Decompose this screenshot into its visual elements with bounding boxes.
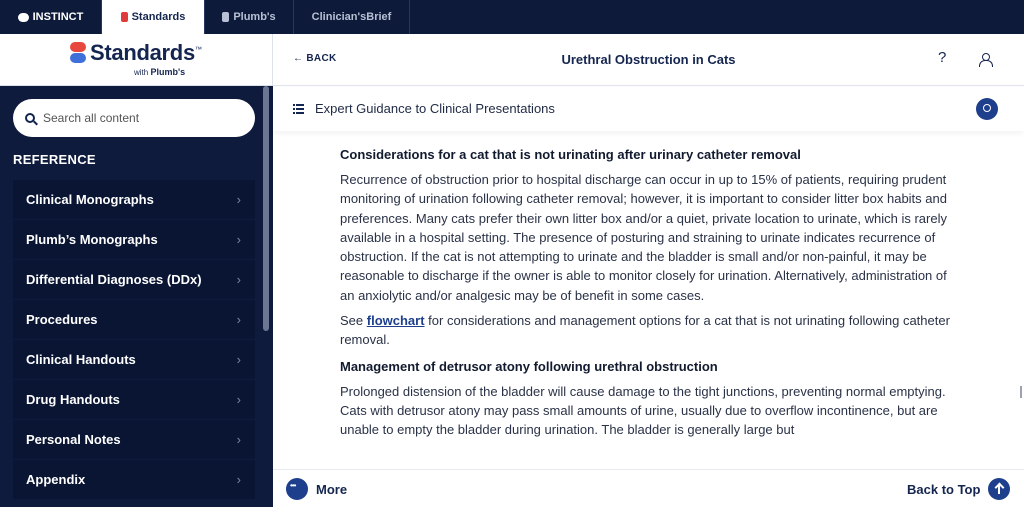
section-bar: Expert Guidance to Clinical Presentation… bbox=[273, 87, 1024, 131]
chevron-right-icon: › bbox=[236, 392, 241, 407]
paragraph: Recurrence of obstruction prior to hospi… bbox=[340, 172, 947, 303]
sidebar-item-label: Appendix bbox=[26, 472, 86, 487]
more-button[interactable]: More bbox=[286, 478, 347, 500]
sidebar-item-clinical-monographs[interactable]: Clinical Monographs › bbox=[13, 180, 255, 219]
search-input[interactable] bbox=[43, 111, 243, 125]
section-search-icon[interactable] bbox=[976, 98, 998, 120]
sidebar-item-plumbs-monographs[interactable]: Plumb’s Monographs › bbox=[13, 220, 255, 259]
section-heading: Management of detrusor atony following u… bbox=[340, 358, 718, 374]
plumbs-logo-icon bbox=[222, 12, 230, 22]
section-title[interactable]: Expert Guidance to Clinical Presentation… bbox=[315, 101, 555, 116]
product-tab-plumbs[interactable]: Plumb's bbox=[205, 0, 294, 34]
chevron-right-icon: › bbox=[236, 472, 241, 487]
chevron-right-icon: › bbox=[236, 352, 241, 367]
product-tab-label: Standards bbox=[131, 11, 186, 23]
product-tab-standards[interactable]: Standards bbox=[102, 0, 205, 34]
sidebar: Standards™ with Plumb's REFERENCE Clinic… bbox=[0, 34, 273, 507]
chevron-right-icon: › bbox=[236, 272, 241, 287]
article-content: Considerations for a cat that is not uri… bbox=[340, 146, 955, 446]
more-dots-icon bbox=[286, 478, 308, 500]
sidebar-item-label: Clinical Handouts bbox=[26, 352, 136, 367]
back-to-top-label: Back to Top bbox=[907, 481, 981, 497]
sidebar-item-label: Procedures bbox=[26, 312, 98, 327]
product-tab-instinct[interactable]: INSTINCT bbox=[0, 0, 102, 34]
chevron-right-icon: › bbox=[236, 312, 241, 327]
page-scroll-indicator[interactable] bbox=[1020, 386, 1022, 398]
more-label: More bbox=[316, 481, 348, 497]
sidebar-item-appendix[interactable]: Appendix › bbox=[13, 460, 255, 499]
sidebar-item-differential-diagnoses[interactable]: Differential Diagnoses (DDx) › bbox=[13, 260, 255, 299]
search-bar[interactable] bbox=[13, 99, 255, 137]
section-heading: Considerations for a cat that is not uri… bbox=[340, 147, 801, 162]
standards-logo-icon bbox=[120, 12, 128, 22]
sidebar-nav: Clinical Monographs › Plumb’s Monographs ›… bbox=[13, 180, 255, 500]
chevron-right-icon: › bbox=[236, 432, 241, 447]
standards-logo-icon bbox=[70, 42, 86, 64]
text: for considerations and management option… bbox=[340, 313, 950, 348]
user-icon[interactable] bbox=[979, 53, 993, 67]
search-icon bbox=[25, 113, 35, 123]
sidebar-item-label: Clinical Monographs bbox=[26, 192, 154, 207]
product-tab-label: Clinician'sBrief bbox=[311, 11, 392, 23]
logo-text: Standards™ bbox=[90, 40, 202, 65]
flowchart-link[interactable]: flowchart bbox=[367, 313, 425, 328]
logo-subtitle: with Plumb's bbox=[134, 67, 186, 77]
product-tab-label: Plumb's bbox=[233, 11, 276, 23]
back-to-top-button[interactable]: Back to Top bbox=[907, 478, 1011, 500]
cloud-icon bbox=[17, 12, 29, 22]
chevron-right-icon: › bbox=[236, 232, 241, 247]
sidebar-item-label: Differential Diagnoses (DDx) bbox=[26, 272, 202, 287]
help-icon[interactable]: ? bbox=[938, 49, 946, 66]
arrow-up-icon bbox=[988, 478, 1011, 500]
bottom-bar: More Back to Top bbox=[273, 469, 1024, 507]
main-header: ← BACK Urethral Obstruction in Cats ? bbox=[273, 34, 1024, 86]
product-tab-bar: INSTINCT Standards Plumb's Clinician'sBr… bbox=[0, 0, 1024, 34]
list-icon[interactable] bbox=[293, 104, 304, 114]
standards-logo[interactable]: Standards™ with Plumb's bbox=[0, 34, 273, 86]
chevron-right-icon: › bbox=[236, 192, 241, 207]
sidebar-item-clinical-handouts[interactable]: Clinical Handouts › bbox=[13, 340, 255, 379]
sidebar-scrollbar[interactable] bbox=[263, 86, 269, 331]
text: See bbox=[340, 313, 367, 329]
sidebar-item-personal-notes[interactable]: Personal Notes › bbox=[13, 420, 255, 459]
product-tab-label: INSTINCT bbox=[32, 11, 84, 23]
page-title: Urethral Obstruction in Cats bbox=[561, 52, 736, 67]
paragraph: See flowchart for considerations and man… bbox=[340, 311, 955, 350]
paragraph: Prolonged distension of the bladder will… bbox=[340, 383, 946, 438]
product-tab-clinicians-brief[interactable]: Clinician'sBrief bbox=[294, 0, 410, 34]
sidebar-item-label: Personal Notes bbox=[26, 432, 121, 447]
sidebar-item-label: Drug Handouts bbox=[26, 392, 120, 407]
sidebar-item-label: Plumb’s Monographs bbox=[26, 232, 158, 247]
sidebar-item-drug-handouts[interactable]: Drug Handouts › bbox=[13, 380, 255, 419]
sidebar-section-title: REFERENCE bbox=[13, 152, 96, 167]
sidebar-item-procedures[interactable]: Procedures › bbox=[13, 300, 255, 339]
